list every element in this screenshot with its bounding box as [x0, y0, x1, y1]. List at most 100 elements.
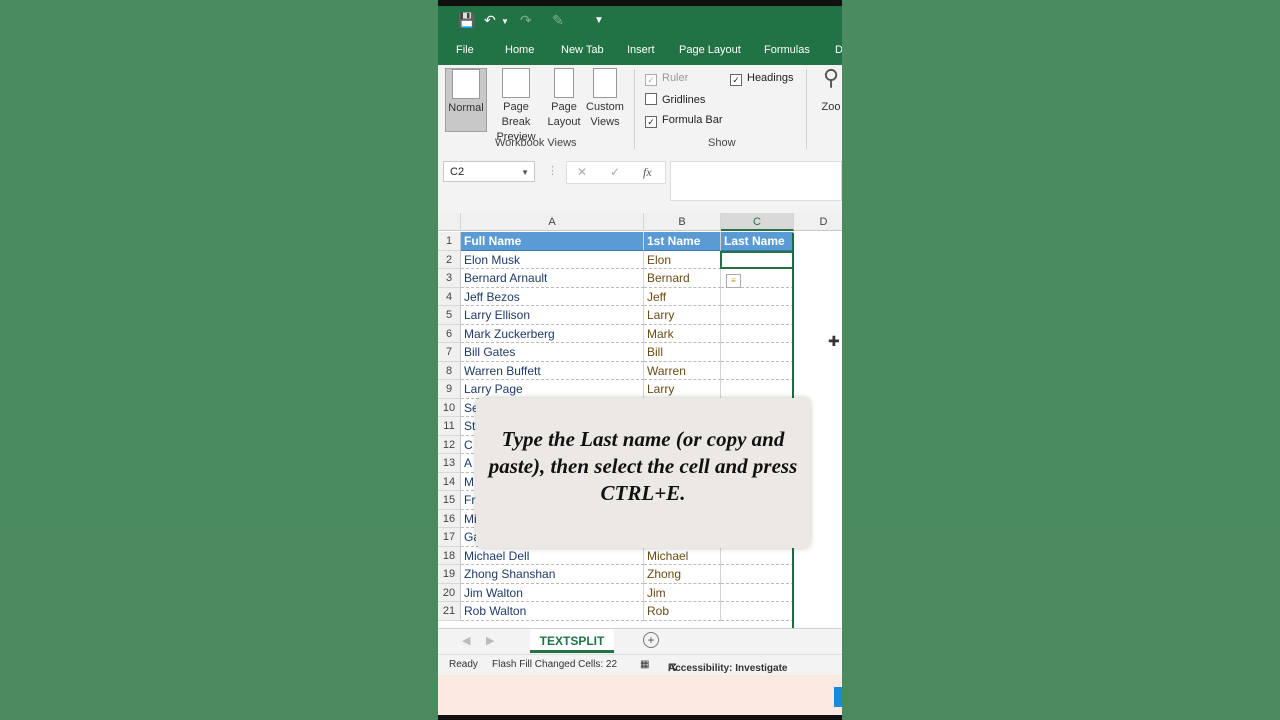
table-cell[interactable]: Mark Zuckerberg: [461, 324, 644, 343]
row-header[interactable]: 11: [438, 417, 461, 436]
row-header[interactable]: 6: [438, 324, 461, 343]
table-cell[interactable]: [721, 343, 794, 362]
table-cell[interactable]: Mark: [644, 324, 721, 343]
cell-c1[interactable]: Last Name: [721, 232, 794, 251]
tab-data[interactable]: D: [835, 44, 842, 56]
row-header[interactable]: 5: [438, 306, 461, 325]
cell-a1[interactable]: Full Name: [461, 232, 644, 251]
table-cell[interactable]: Larry: [644, 306, 721, 325]
row-header[interactable]: 12: [438, 435, 461, 454]
table-cell[interactable]: Zhong Shanshan: [461, 565, 644, 584]
page-break-preview-button[interactable]: Page Break Preview: [488, 68, 544, 145]
undo-dropdown-icon[interactable]: ▼: [501, 17, 509, 26]
formula-buttons: ✕ ✓ fx: [566, 161, 666, 184]
column-header-b[interactable]: B: [644, 213, 721, 231]
table-cell[interactable]: [721, 565, 794, 584]
name-box[interactable]: C2 ▼: [443, 161, 535, 182]
cell-b1[interactable]: 1st Name: [644, 232, 721, 251]
zoom-button[interactable]: ⚲ Zoo: [816, 67, 842, 115]
tab-home[interactable]: Home: [505, 44, 534, 56]
custom-views-button[interactable]: Custom Views: [584, 68, 626, 130]
tab-file[interactable]: File: [456, 44, 474, 56]
row-header[interactable]: 7: [438, 343, 461, 362]
cross-cursor-icon: ✚: [828, 333, 840, 349]
table-cell[interactable]: Rob: [644, 602, 721, 621]
table-cell[interactable]: [721, 380, 794, 399]
select-all-corner[interactable]: [438, 213, 461, 231]
table-cell[interactable]: Jim: [644, 583, 721, 602]
headings-checkbox[interactable]: ✓ Headings: [730, 72, 793, 86]
row-header[interactable]: 8: [438, 361, 461, 380]
scroll-right-icon: ▶: [486, 635, 495, 647]
table-cell[interactable]: Warren Buffett: [461, 361, 644, 380]
table-cell[interactable]: Larry: [644, 380, 721, 399]
table-icon[interactable]: ▦: [640, 659, 649, 670]
row-header[interactable]: 14: [438, 472, 461, 491]
enter-icon[interactable]: ✓: [610, 165, 620, 179]
table-cell[interactable]: Jeff Bezos: [461, 287, 644, 306]
table-cell[interactable]: [721, 361, 794, 380]
table-cell[interactable]: Michael: [644, 546, 721, 565]
table-cell[interactable]: Bill Gates: [461, 343, 644, 362]
table-cell[interactable]: [721, 324, 794, 343]
table-cell[interactable]: [721, 287, 794, 306]
row-header[interactable]: 21: [438, 602, 461, 621]
tab-formulas[interactable]: Formulas: [764, 44, 810, 56]
row-header[interactable]: 1: [438, 232, 461, 251]
column-header-a[interactable]: A: [461, 213, 644, 231]
row-header[interactable]: 16: [438, 509, 461, 528]
row-header[interactable]: 15: [438, 491, 461, 510]
row-header[interactable]: 4: [438, 287, 461, 306]
caption-overlay: Type the Last name (or copy and paste), …: [476, 398, 810, 548]
table-cell[interactable]: Larry Ellison: [461, 306, 644, 325]
page-layout-label-2: Layout: [547, 116, 581, 128]
customize-toolbar-icon[interactable]: ▼: [594, 15, 604, 26]
table-cell[interactable]: Bernard Arnault: [461, 269, 644, 288]
table-cell[interactable]: Jim Walton: [461, 583, 644, 602]
ribbon-view: Normal Page Break Preview Page Layout Cu…: [438, 65, 842, 154]
active-cell-c2[interactable]: [720, 251, 794, 269]
table-cell[interactable]: [721, 583, 794, 602]
row-header[interactable]: 2: [438, 250, 461, 269]
formula-input[interactable]: [670, 161, 842, 201]
column-header-c[interactable]: C: [721, 213, 794, 231]
row-header[interactable]: 3: [438, 269, 461, 288]
gridlines-checkbox[interactable]: Gridlines: [645, 93, 705, 106]
flash-fill-options-icon[interactable]: ≡: [726, 274, 741, 288]
save-icon[interactable]: 💾: [458, 12, 475, 29]
undo-icon[interactable]: ↶: [484, 12, 496, 29]
page-layout-view-button[interactable]: Page Layout: [546, 68, 582, 130]
row-header[interactable]: 19: [438, 565, 461, 584]
table-cell[interactable]: Elon: [644, 250, 721, 269]
tab-insert[interactable]: Insert: [627, 44, 655, 56]
table-cell[interactable]: Bill: [644, 343, 721, 362]
row-header[interactable]: 13: [438, 454, 461, 473]
row-header[interactable]: 18: [438, 546, 461, 565]
table-cell[interactable]: Bernard: [644, 269, 721, 288]
insert-function-icon[interactable]: fx: [643, 165, 652, 180]
table-cell[interactable]: [721, 306, 794, 325]
table-cell[interactable]: [721, 602, 794, 621]
table-cell[interactable]: Jeff: [644, 287, 721, 306]
table-cell[interactable]: Elon Musk: [461, 250, 644, 269]
table-cell[interactable]: Rob Walton: [461, 602, 644, 621]
row-header[interactable]: 20: [438, 583, 461, 602]
cancel-icon[interactable]: ✕: [577, 165, 587, 179]
table-cell[interactable]: Warren: [644, 361, 721, 380]
tab-page-layout[interactable]: Page Layout: [679, 44, 741, 56]
table-cell[interactable]: Zhong: [644, 565, 721, 584]
tab-new-tab[interactable]: New Tab: [561, 44, 604, 56]
add-sheet-icon[interactable]: +: [643, 632, 659, 648]
sheet-tab-textsplit[interactable]: TEXTSPLIT: [530, 629, 614, 653]
formula-bar-checkbox[interactable]: ✓ Formula Bar: [645, 114, 723, 128]
row-header[interactable]: 10: [438, 398, 461, 417]
table-cell[interactable]: [721, 546, 794, 565]
table-cell[interactable]: Larry Page: [461, 380, 644, 399]
chevron-down-icon[interactable]: ▼: [521, 162, 529, 183]
accessibility-label: Accessibility: Investigate: [668, 663, 788, 674]
normal-view-button[interactable]: Normal: [445, 68, 487, 132]
table-cell[interactable]: Michael Dell: [461, 546, 644, 565]
row-header[interactable]: 17: [438, 528, 461, 547]
column-header-d[interactable]: D: [794, 213, 842, 231]
row-header[interactable]: 9: [438, 380, 461, 399]
